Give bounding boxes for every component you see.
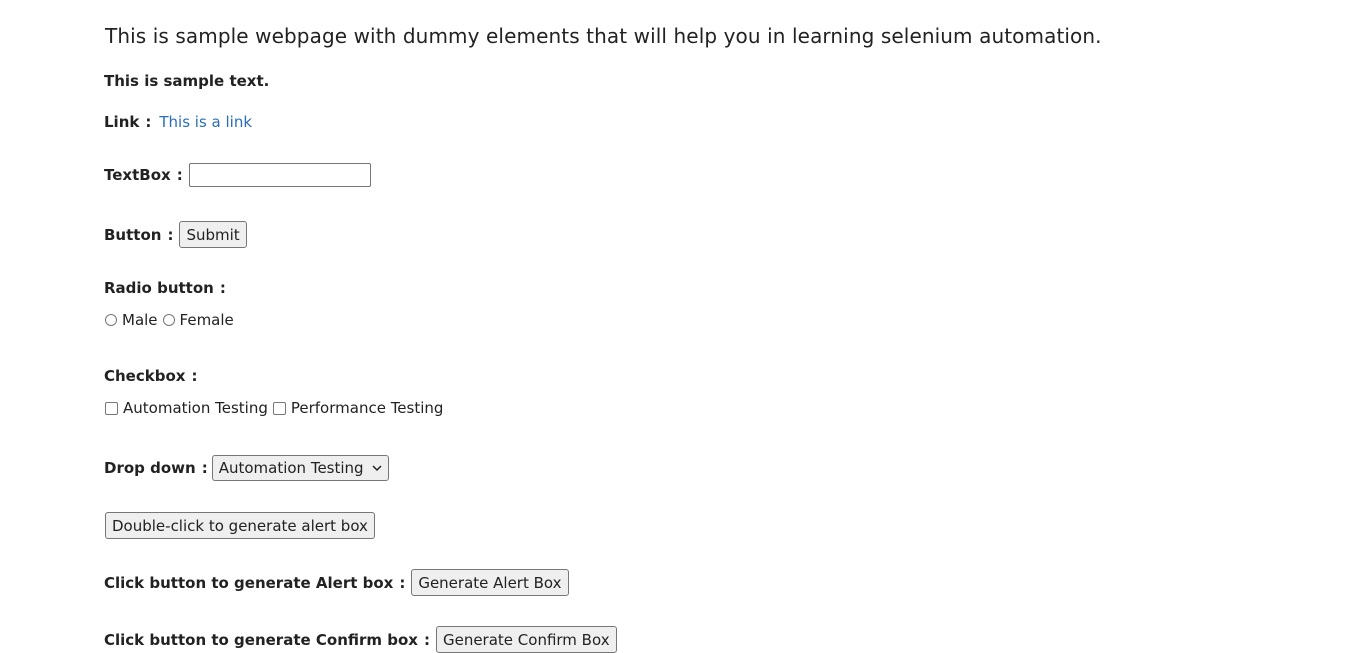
dropdown-selected-value: Automation Testing	[218, 459, 364, 477]
alert-colon: :	[399, 573, 406, 592]
radio-label: Radio button	[104, 279, 214, 297]
chevron-down-icon	[372, 465, 382, 472]
sample-text: This is sample text.	[104, 72, 270, 90]
sample-text-row: This is sample text.	[104, 72, 269, 90]
radio-male-label: Male	[122, 311, 158, 329]
generate-confirm-button[interactable]: Generate Confirm Box	[435, 626, 617, 653]
dropdown-colon: :	[201, 459, 208, 477]
button-colon: :	[167, 225, 174, 244]
sample-link[interactable]: This is a link	[159, 113, 252, 131]
checkbox-heading-row: Checkbox :	[104, 367, 205, 385]
radio-heading-row: Radio button :	[104, 279, 234, 297]
generate-alert-button[interactable]: Generate Alert Box	[411, 569, 569, 596]
textbox-label: TextBox	[104, 166, 171, 184]
double-click-alert-button[interactable]: Double-click to generate alert box	[105, 512, 375, 539]
dropdown-row: Drop down : Automation Testing	[104, 455, 389, 481]
double-click-row: Double-click to generate alert box	[105, 512, 375, 539]
checkbox-automation-testing[interactable]	[105, 401, 118, 415]
link-colon: :	[145, 113, 152, 131]
textbox-colon: :	[176, 166, 183, 184]
button-label: Button	[104, 225, 162, 244]
radio-male[interactable]	[105, 314, 117, 326]
submit-button[interactable]: Submit	[179, 221, 247, 248]
alert-label: Click button to generate Alert box	[104, 573, 394, 592]
intro-text: This is sample webpage with dummy elemen…	[105, 24, 1102, 48]
page: This is sample webpage with dummy elemen…	[0, 0, 1366, 653]
alert-row: Click button to generate Alert box : Gen…	[104, 569, 569, 596]
textbox-input[interactable]	[188, 163, 371, 187]
checkbox-performance-testing[interactable]	[272, 401, 286, 415]
checkbox-options-row: Automation Testing Performance Testing	[105, 399, 448, 417]
radio-female-label: Female	[179, 311, 234, 329]
radio-female[interactable]	[162, 314, 175, 326]
radio-colon: :	[219, 279, 226, 297]
checkbox-label: Checkbox	[104, 367, 186, 385]
dropdown-select[interactable]: Automation Testing	[211, 455, 389, 481]
confirm-colon: :	[423, 630, 430, 649]
checkbox-colon: :	[191, 367, 198, 385]
checkbox-performance-testing-label: Performance Testing	[290, 399, 444, 417]
radio-options-row: Male Female	[105, 311, 239, 329]
link-label: Link	[104, 113, 140, 131]
textbox-row: TextBox :	[104, 163, 371, 187]
dropdown-label: Drop down	[104, 459, 196, 477]
confirm-label: Click button to generate Confirm box	[104, 630, 418, 649]
link-row: Link : This is a link	[104, 113, 252, 131]
button-row: Button : Submit	[104, 221, 247, 248]
checkbox-automation-testing-label: Automation Testing	[123, 399, 268, 417]
confirm-row: Click button to generate Confirm box : G…	[104, 626, 617, 653]
